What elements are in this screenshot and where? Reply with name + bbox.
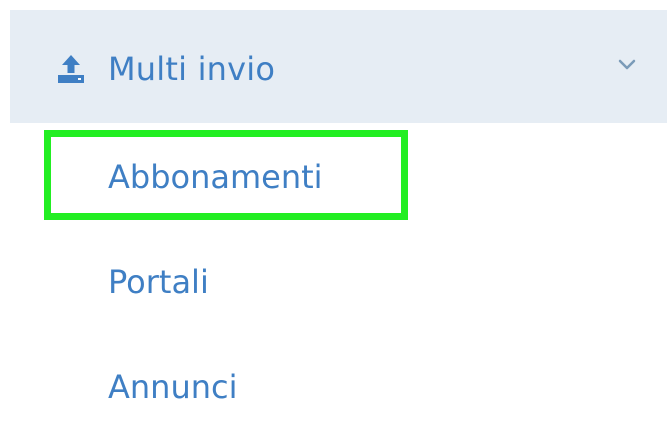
multi-invio-menu-header[interactable]: Multi invio xyxy=(10,10,667,123)
sidebar-menu: Multi invio Abbonamenti Portali Annunci xyxy=(0,0,667,432)
chevron-down-icon[interactable] xyxy=(612,50,642,80)
multi-invio-label: Multi invio xyxy=(108,50,276,88)
menu-item-portali[interactable]: Portali xyxy=(108,263,209,301)
menu-item-annunci[interactable]: Annunci xyxy=(108,368,238,406)
upload-icon xyxy=(58,55,84,83)
menu-item-abbonamenti[interactable]: Abbonamenti xyxy=(108,158,323,196)
